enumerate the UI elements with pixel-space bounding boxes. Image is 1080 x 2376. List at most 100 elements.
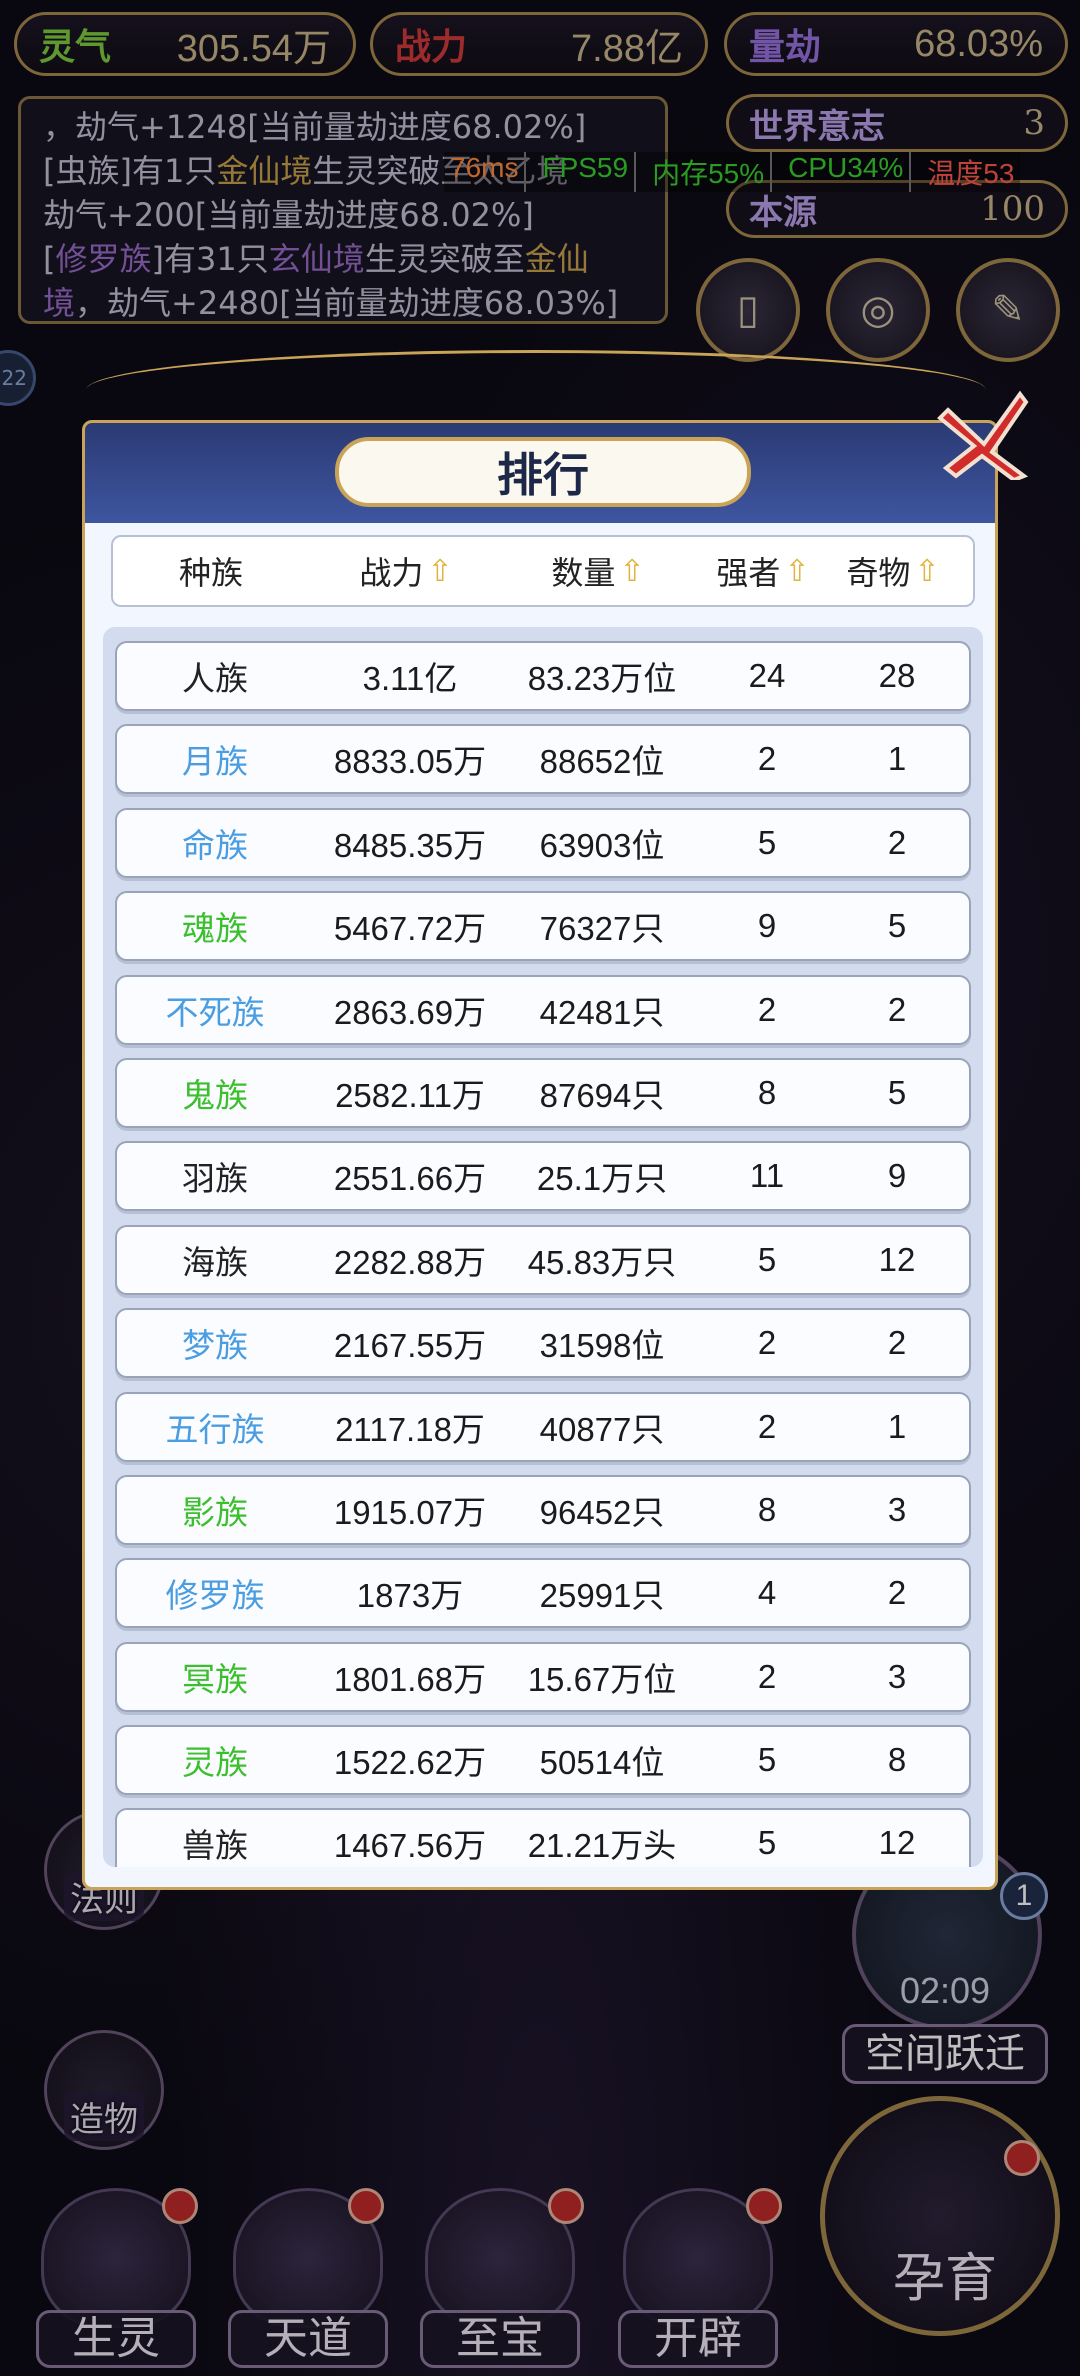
strong-cell: 2 [757,740,777,778]
race-cell: 梦族 [182,1327,248,1365]
power-cell: 2282.88万 [333,1243,487,1281]
treasure-cell: 12 [878,1824,916,1862]
treasure-cell: 28 [878,657,916,694]
dialog-title: 排行 [335,437,751,507]
table-row[interactable]: 修罗族 1873万 25991只 4 2 [115,1558,971,1629]
count-cell: 31598位 [539,1327,665,1365]
treasure-cell: 2 [887,1324,907,1362]
race-cell: 兽族 [182,1827,248,1865]
race-cell: 羽族 [182,1160,248,1198]
sort-up-arrow-icon: ⇧ [427,554,453,588]
table-row[interactable]: 命族 8485.35万 63903位 5 2 [115,807,971,878]
sort-up-arrow-icon: ⇧ [619,554,645,588]
race-cell: 命族 [182,826,248,864]
power-cell: 5467.72万 [333,910,487,948]
race-cell: 不死族 [165,993,265,1031]
treasure-cell: 8 [887,1741,907,1779]
power-cell: 3.11亿 [362,660,458,697]
race-cell: 修罗族 [165,1577,265,1615]
treasure-cell: 2 [887,1574,907,1612]
count-cell: 83.23万位 [527,660,677,697]
count-cell: 21.21万头 [527,1827,677,1865]
count-cell: 40877只 [539,1410,665,1448]
power-cell: 2863.69万 [333,993,487,1031]
strong-cell: 5 [757,1240,777,1278]
race-cell: 影族 [182,1493,248,1531]
strong-cell: 5 [757,1741,777,1779]
power-cell: 1467.56万 [333,1827,487,1865]
count-cell: 76327只 [539,910,665,948]
power-cell: 1522.62万 [333,1744,487,1782]
table-row[interactable]: 梦族 2167.55万 31598位 2 2 [115,1308,971,1379]
header-treasure[interactable]: 奇物 ⇧ [833,548,953,594]
power-cell: 1915.07万 [333,1493,487,1531]
header-race: 种族 [113,548,309,594]
count-cell: 63903位 [539,826,665,864]
count-cell: 15.67万位 [527,1660,677,1698]
table-row[interactable]: 魂族 5467.72万 76327只 9 5 [115,891,971,962]
count-cell: 42481只 [539,993,665,1031]
table-row[interactable]: 五行族 2117.18万 40877只 2 1 [115,1391,971,1462]
header-count[interactable]: 数量 ⇧ [503,548,693,594]
dialog-top-ornament [86,350,986,430]
strong-cell: 5 [757,1824,777,1862]
power-cell: 2167.55万 [333,1327,487,1365]
table-row[interactable]: 不死族 2863.69万 42481只 2 2 [115,974,971,1045]
count-cell: 87694只 [539,1076,665,1114]
header-treasure-label: 奇物 [846,555,911,591]
treasure-cell: 9 [887,1157,907,1195]
strong-cell: 24 [748,657,786,694]
header-power[interactable]: 战力 ⇧ [309,548,503,594]
race-cell: 月族 [182,743,248,781]
strong-cell: 8 [757,1073,777,1111]
ranking-dialog: 排行 种族 战力 ⇧ 数量 ⇧ 强者 ⇧ 奇物 ⇧ 人族 3.11亿 83.23万位 24 28… [82,420,998,1890]
strong-cell: 8 [757,1490,777,1528]
race-cell: 五行族 [165,1410,265,1448]
treasure-cell: 2 [887,990,907,1028]
treasure-cell: 1 [887,740,907,778]
table-row[interactable]: 人族 3.11亿 83.23万位 24 28 [115,641,971,711]
power-cell: 8833.05万 [333,743,487,781]
sort-up-arrow-icon: ⇧ [784,554,810,588]
count-cell: 96452只 [539,1493,665,1531]
race-cell: 冥族 [182,1660,248,1698]
strong-cell: 11 [749,1157,785,1195]
power-cell: 1801.68万 [333,1660,487,1698]
power-cell: 2582.11万 [335,1076,485,1114]
treasure-cell: 12 [878,1240,916,1278]
strong-cell: 2 [757,1407,777,1445]
race-cell: 海族 [182,1243,248,1281]
table-row[interactable]: 灵族 1522.62万 50514位 5 8 [115,1725,971,1796]
power-cell: 1873万 [356,1577,464,1615]
table-row[interactable]: 海族 2282.88万 45.83万只 5 12 [115,1224,971,1295]
strong-cell: 4 [757,1574,777,1612]
strong-cell: 2 [757,1324,777,1362]
header-strong[interactable]: 强者 ⇧ [693,548,833,594]
count-cell: 25991只 [539,1577,665,1615]
count-cell: 25.1万只 [536,1160,668,1198]
race-cell: 鬼族 [182,1076,248,1114]
table-row[interactable]: 冥族 1801.68万 15.67万位 2 3 [115,1641,971,1712]
sort-up-arrow-icon: ⇧ [914,554,940,588]
close-x-icon[interactable] [934,380,1034,480]
table-row[interactable]: 影族 1915.07万 96452只 8 3 [115,1474,971,1545]
dialog-header: 排行 [85,423,995,523]
treasure-cell: 2 [887,823,907,861]
table-row[interactable]: 鬼族 2582.11万 87694只 8 5 [115,1057,971,1128]
table-row[interactable]: 月族 8833.05万 88652位 2 1 [115,724,971,795]
table-header: 种族 战力 ⇧ 数量 ⇧ 强者 ⇧ 奇物 ⇧ [111,535,975,607]
race-cell: 魂族 [182,910,248,948]
count-cell: 50514位 [539,1744,665,1782]
race-cell: 灵族 [182,1744,248,1782]
table-row[interactable]: 羽族 2551.66万 25.1万只 11 9 [115,1141,971,1212]
strong-cell: 5 [757,823,777,861]
header-count-label: 数量 [551,555,616,591]
power-cell: 2117.18万 [335,1410,485,1448]
strong-cell: 9 [757,907,777,945]
count-cell: 45.83万只 [527,1243,677,1281]
table-row[interactable]: 兽族 1467.56万 21.21万头 5 12 [115,1808,971,1867]
header-race-label: 种族 [178,555,243,591]
treasure-cell: 3 [887,1657,907,1695]
ranking-list[interactable]: 人族 3.11亿 83.23万位 24 28 月族 8833.05万 88652位 2 1 命族 84… [103,627,983,1867]
race-cell: 人族 [182,660,248,697]
